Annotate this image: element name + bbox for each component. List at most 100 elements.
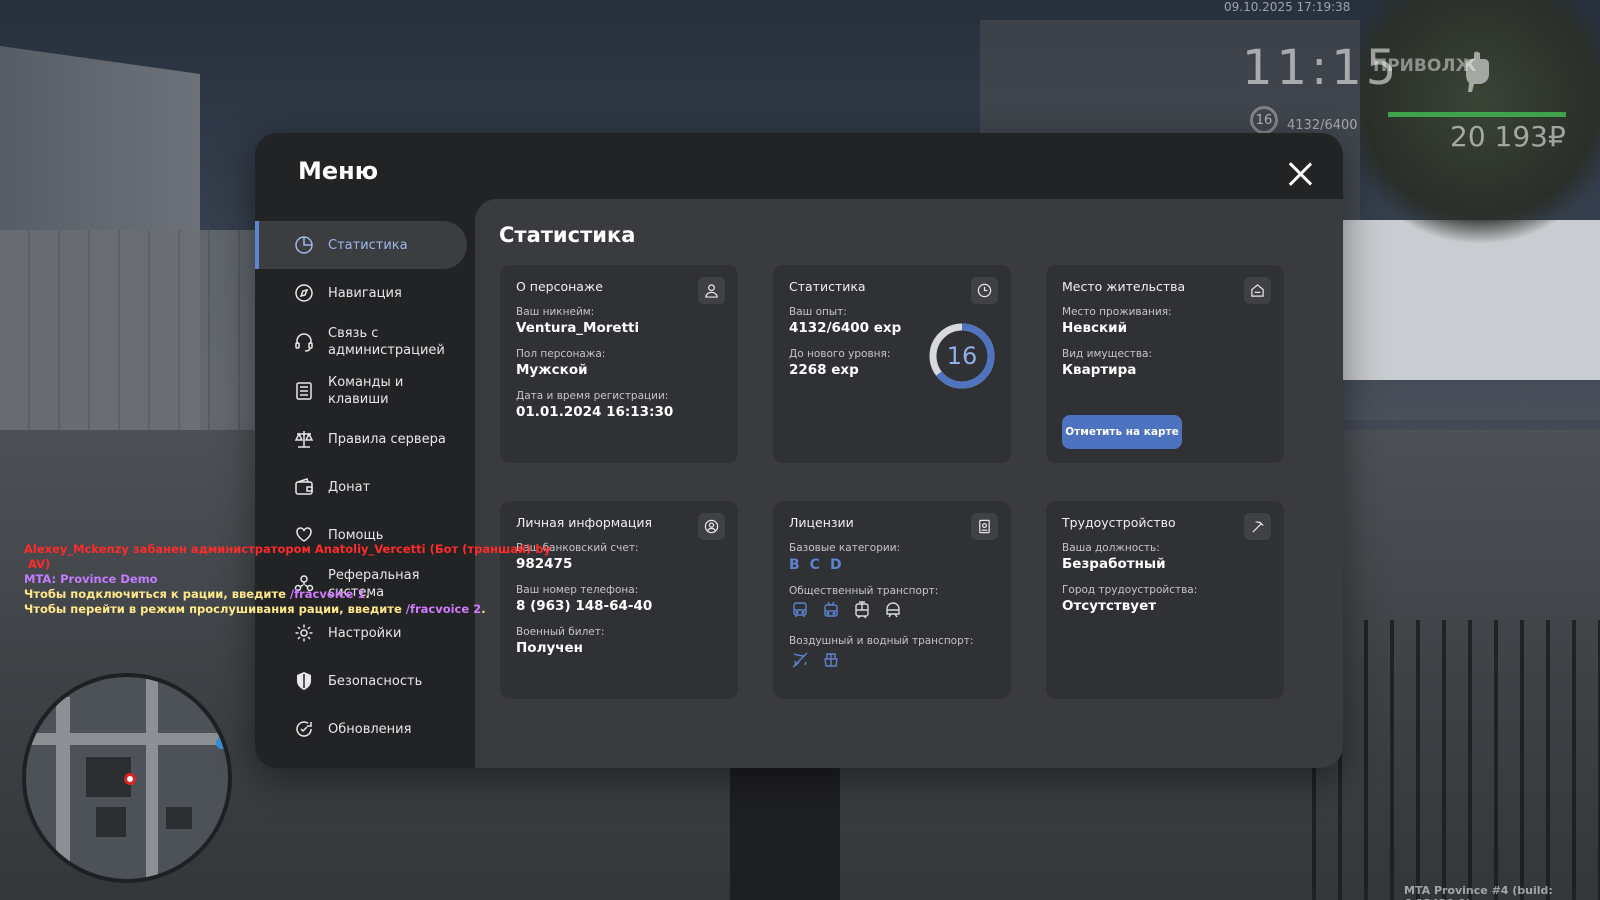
sidebar-item-label: Навигация xyxy=(328,285,402,301)
field-label: Дата и время регистрации: xyxy=(516,390,669,402)
field-label: Ваш никнейм: xyxy=(516,306,595,318)
field-label: Место проживания: xyxy=(1062,306,1172,318)
field-label: Пол персонажа: xyxy=(516,348,606,360)
field-label: Ваша должность: xyxy=(1062,542,1160,554)
license-categories: B C D xyxy=(789,557,995,573)
sidebar-item-label: Обновления xyxy=(328,721,412,737)
sidebar-item-statistics[interactable]: Статистика xyxy=(255,221,467,269)
player-marker xyxy=(124,773,136,785)
field-label: Военный билет: xyxy=(516,626,605,638)
sidebar-item-label: Настройки xyxy=(328,625,402,641)
fist-icon xyxy=(1460,50,1492,92)
build-info: MTA Province #4 (build: 6.12420.9) xyxy=(1404,884,1553,900)
wallet-icon xyxy=(294,477,314,497)
sidebar-item-rules[interactable]: Правила сервера xyxy=(255,415,467,463)
chat-line: AV) xyxy=(28,557,51,571)
job-city-value: Отсутствует xyxy=(1062,598,1157,614)
map-road xyxy=(26,733,228,745)
pickaxe-icon xyxy=(1244,513,1271,540)
sidebar: Статистика Навигация Связь с администрац… xyxy=(255,221,467,753)
card-title: О персонаже xyxy=(516,279,603,294)
sidebar-item-label: Команды и клавиши xyxy=(328,375,404,407)
field-label: Общественный транспорт: xyxy=(789,585,939,597)
sidebar-item-updates[interactable]: Обновления xyxy=(255,705,467,753)
sidebar-item-contact-admin[interactable]: Связь с администрацией xyxy=(255,317,467,367)
hud-datetime: 09.10.2025 17:19:38 xyxy=(1224,0,1351,14)
level-progress-ring: 16 xyxy=(928,322,996,390)
map-waypoint-icon xyxy=(216,737,228,749)
chat-command: /fracvoice 1 xyxy=(289,587,366,601)
map-road xyxy=(56,697,70,867)
trolleybus-icon xyxy=(822,601,840,623)
menu-title: Меню xyxy=(298,157,379,185)
card-title: Личная информация xyxy=(516,515,653,530)
sidebar-item-label: Помощь xyxy=(328,527,384,543)
document-list-icon xyxy=(294,381,314,401)
shield-icon xyxy=(294,671,314,691)
license-category: C xyxy=(809,557,820,573)
card-character: О персонаже Ваш никнейм: Ventura_Moretti… xyxy=(500,265,738,463)
airplane-icon xyxy=(791,651,809,673)
chat-text: Чтобы перейти в режим прослушивания раци… xyxy=(24,602,406,616)
card-employment: Трудоустройство Ваша должность: Безработ… xyxy=(1046,501,1284,699)
compass-icon xyxy=(294,283,314,303)
mark-on-map-button[interactable]: Отметить на карте xyxy=(1062,415,1182,449)
home-icon xyxy=(1244,277,1271,304)
hud-exp: 4132/6400 xyxy=(1287,118,1358,133)
id-card-icon xyxy=(971,513,998,540)
chat-text: Чтобы подключиться к рации, введите xyxy=(24,587,290,601)
sidebar-item-label: Статистика xyxy=(328,237,408,253)
metro-icon xyxy=(884,601,902,623)
tram-icon xyxy=(853,601,871,623)
residence-value: Невский xyxy=(1062,320,1128,336)
gender-value: Мужской xyxy=(516,362,588,378)
page-title: Статистика xyxy=(499,223,636,247)
map-road xyxy=(146,677,158,879)
hud-level-badge: 16 xyxy=(1250,106,1278,134)
air-water-transport-icons xyxy=(791,651,995,673)
chat-log: Alexey_Mckenzy забанен администратором A… xyxy=(24,542,551,617)
property-type-value: Квартира xyxy=(1062,362,1137,378)
nickname-value: Ventura_Moretti xyxy=(516,320,640,336)
clock-icon xyxy=(971,277,998,304)
hud-health-bar xyxy=(1388,112,1566,117)
chat-line: Чтобы перейти в режим прослушивания раци… xyxy=(24,602,551,617)
scales-icon xyxy=(294,429,314,449)
content-panel: Статистика О персонаже Ваш никнейм: Vent… xyxy=(475,199,1343,768)
field-label: Вид имущества: xyxy=(1062,348,1152,360)
card-residence: Место жительства Место проживания: Невск… xyxy=(1046,265,1284,463)
close-button[interactable] xyxy=(1287,161,1313,187)
chat-line: Чтобы подключиться к рации, введите /fra… xyxy=(24,587,551,602)
card-title: Место жительства xyxy=(1062,279,1186,294)
map-block xyxy=(96,807,126,837)
public-transport-icons xyxy=(791,601,995,623)
hud-money: 20 193₽ xyxy=(1450,120,1566,153)
fence xyxy=(0,230,260,450)
card-title: Лицензии xyxy=(789,515,854,530)
license-category: B xyxy=(789,557,800,573)
card-licenses: Лицензии Базовые категории: B C D Общест… xyxy=(773,501,1011,699)
sidebar-item-commands[interactable]: Команды и клавиши xyxy=(255,367,467,415)
card-title: Статистика xyxy=(789,279,866,294)
map-block xyxy=(166,807,192,829)
military-id-value: Получен xyxy=(516,640,584,656)
gear-icon xyxy=(294,623,314,643)
card-statistics: Статистика Ваш опыт: 4132/6400 exp До но… xyxy=(773,265,1011,463)
sidebar-item-donate[interactable]: Донат xyxy=(255,463,467,511)
minimap xyxy=(22,673,232,883)
chat-text: . xyxy=(365,587,370,601)
bus-icon xyxy=(791,601,809,623)
registration-value: 01.01.2024 16:13:30 xyxy=(516,404,674,420)
card-title: Трудоустройство xyxy=(1062,515,1176,530)
sidebar-item-label: Связь с администрацией xyxy=(328,326,445,358)
position-value: Безработный xyxy=(1062,556,1166,572)
field-label: Город трудоустройства: xyxy=(1062,584,1198,596)
headset-icon xyxy=(294,332,314,352)
pie-chart-icon xyxy=(294,235,314,255)
menu-window: Меню Статистика Навигация Связь с админи… xyxy=(255,133,1343,768)
field-label: Базовые категории: xyxy=(789,542,901,554)
sidebar-item-label: Донат xyxy=(328,479,371,495)
sidebar-item-navigation[interactable]: Навигация xyxy=(255,269,467,317)
field-label: Воздушный и водный транспорт: xyxy=(789,635,974,647)
sidebar-item-security[interactable]: Безопасность xyxy=(255,657,467,705)
